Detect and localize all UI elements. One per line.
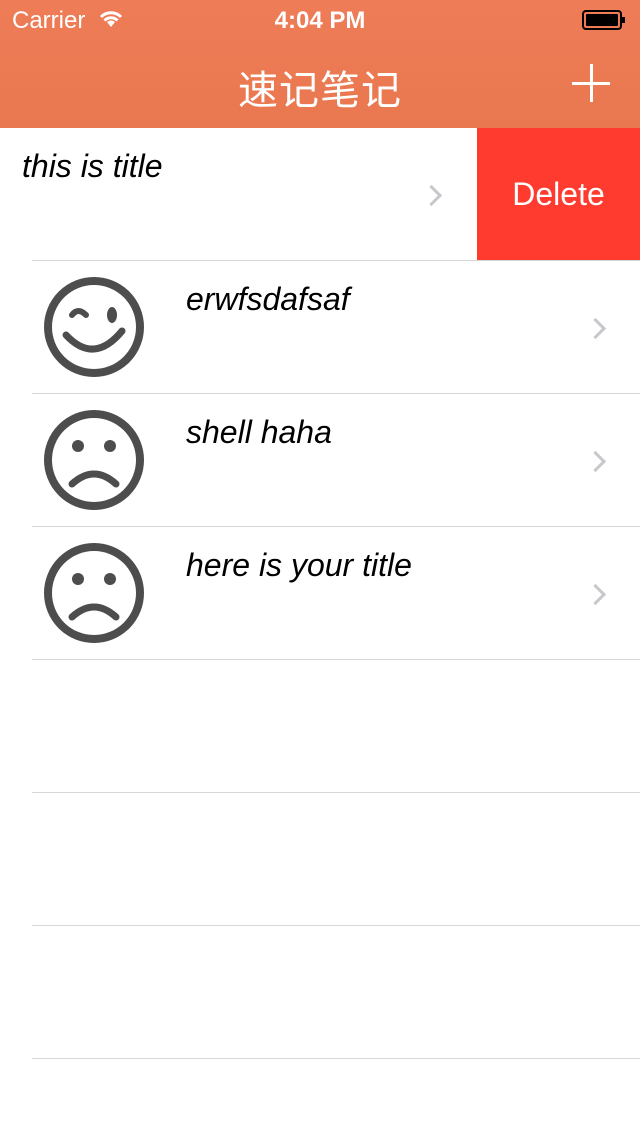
status-bar: Carrier 4:04 PM: [0, 0, 640, 40]
add-note-button[interactable]: [572, 64, 610, 102]
battery-icon: [582, 10, 625, 30]
page-title: 速记笔记: [238, 69, 402, 113]
status-time: 4:04 PM: [274, 7, 366, 34]
wink-face-icon: [44, 277, 144, 377]
chevron-right-icon: [584, 450, 607, 473]
list-item-title: shell haha: [186, 414, 332, 450]
empty-row: [0, 926, 640, 1059]
list-item-title: erwfsdafsaf: [186, 281, 350, 317]
separator: [32, 1058, 640, 1059]
chevron-right-icon: [584, 317, 607, 340]
list-item-title: here is your title: [186, 547, 412, 583]
list-item-title: this is title: [22, 148, 163, 184]
list-item-swiped[interactable]: this is title Delete: [0, 128, 640, 261]
header: Carrier 4:04 PM 速记笔记: [0, 0, 640, 128]
sad-face-icon: [44, 543, 144, 643]
sad-face-icon: [44, 410, 144, 510]
list-item[interactable]: shell haha: [0, 394, 640, 527]
empty-row: [0, 793, 640, 926]
chevron-right-icon: [420, 184, 443, 207]
list-item[interactable]: erwfsdafsaf: [0, 261, 640, 394]
delete-button[interactable]: Delete: [477, 128, 640, 260]
chevron-right-icon: [584, 583, 607, 606]
empty-row: [0, 660, 640, 793]
list-item[interactable]: here is your title: [0, 527, 640, 660]
navigation-bar: 速记笔记: [0, 40, 640, 128]
